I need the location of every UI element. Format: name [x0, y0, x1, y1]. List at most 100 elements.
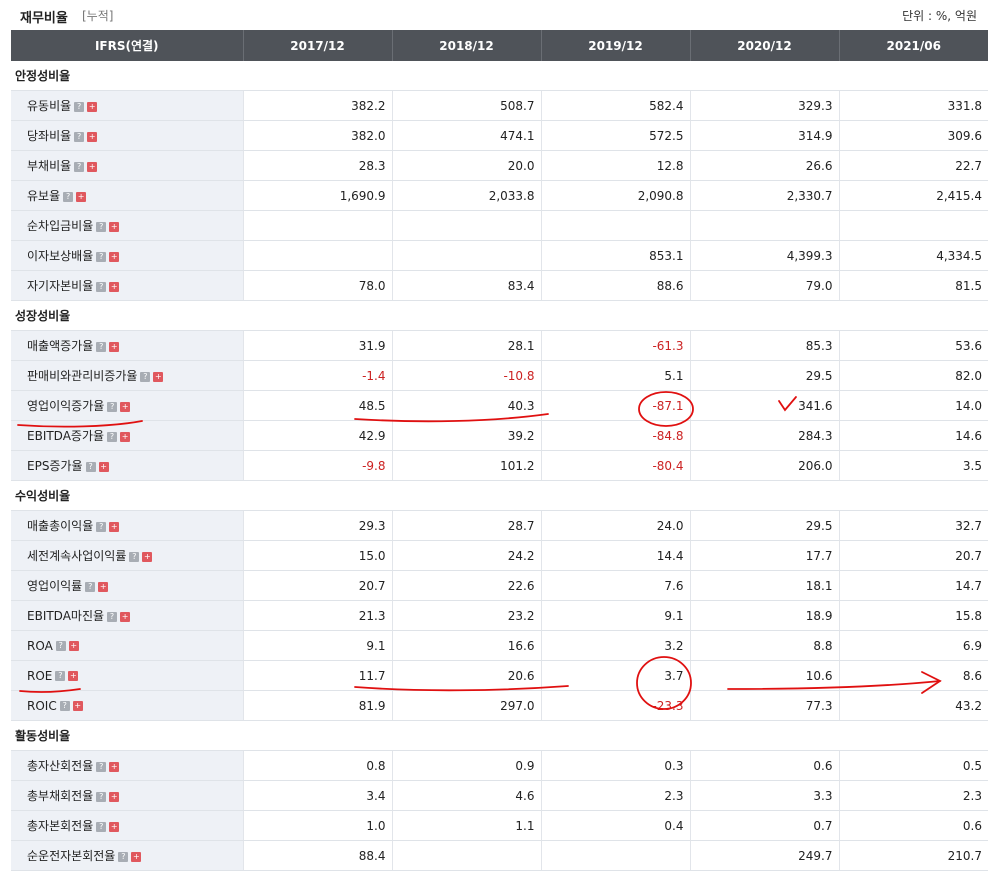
expand-plus-icon[interactable]: + — [98, 581, 109, 592]
help-icon[interactable]: ? — [74, 131, 85, 142]
help-icon[interactable]: ? — [55, 671, 66, 681]
expand-plus-icon[interactable]: + — [72, 701, 83, 711]
value-cell: 20.0 — [391, 150, 541, 181]
value-cell: 6.9 — [838, 630, 988, 661]
value-cell: 23.2 — [391, 600, 541, 631]
expand-plus-icon[interactable]: + — [68, 641, 79, 651]
value-cell — [540, 210, 690, 241]
expand-plus-icon[interactable]: + — [87, 131, 98, 142]
expand-plus-icon[interactable]: + — [87, 101, 98, 112]
expand-plus-icon[interactable]: + — [109, 791, 120, 802]
value-cell: 83.4 — [391, 270, 541, 301]
help-icon[interactable]: ? — [96, 251, 107, 262]
expand-plus-icon[interactable]: + — [120, 431, 131, 442]
value-cell: 7.6 — [540, 570, 690, 601]
expand-plus-icon[interactable]: + — [109, 341, 120, 352]
value-cell: 3.4 — [242, 780, 392, 811]
table-row: EPS증가율? + -9.8 101.2 -80.4 206.0 3.5 — [11, 450, 988, 481]
help-icon[interactable]: ? — [140, 371, 151, 382]
value-cell: -1.4 — [242, 360, 392, 391]
row-label-cell: 자기자본비율? + — [11, 270, 243, 301]
expand-plus-icon[interactable]: + — [109, 521, 120, 532]
expand-plus-icon[interactable]: + — [120, 401, 131, 412]
value-cell: 3.7 — [540, 660, 690, 691]
help-icon[interactable]: ? — [129, 551, 140, 562]
help-icon[interactable]: ? — [96, 281, 107, 292]
help-icon[interactable]: ? — [55, 641, 66, 651]
help-icon[interactable]: ? — [59, 701, 70, 711]
value-cell: 1,690.9 — [242, 180, 392, 211]
table-row: 당좌비율? +382.0 474.1 572.5 314.9 309.6 — [11, 120, 988, 151]
help-icon[interactable]: ? — [96, 521, 107, 532]
expand-plus-icon[interactable]: + — [68, 671, 79, 681]
expand-plus-icon[interactable]: + — [76, 191, 87, 202]
value-cell: 12.8 — [540, 150, 690, 181]
value-cell: 17.7 — [689, 540, 839, 571]
expand-plus-icon[interactable]: + — [98, 461, 109, 472]
value-cell: 40.3 — [391, 390, 541, 421]
value-cell: -61.3 — [540, 330, 690, 361]
unit-label: 단위 : %, 억원 — [902, 9, 977, 23]
expand-plus-icon[interactable]: + — [142, 551, 153, 562]
row-label-cell: 유보율? + — [11, 180, 243, 211]
financial-ratio-table: IFRS(연결) 2017/12 2018/12 2019/12 2020/12… — [11, 30, 988, 871]
row-label: 자기자본비율 — [27, 279, 94, 293]
section-title: 활동성비율 — [11, 720, 988, 751]
value-cell: 79.0 — [689, 270, 839, 301]
value-cell: 28.3 — [242, 150, 392, 181]
help-icon[interactable]: ? — [74, 101, 85, 112]
help-icon[interactable]: ? — [85, 581, 96, 592]
table-row: 이자보상배율? +853.1 4,399.3 4,334.5 — [11, 240, 988, 271]
help-icon[interactable]: ? — [85, 461, 96, 472]
expand-plus-icon[interactable]: + — [109, 761, 120, 772]
expand-plus-icon[interactable]: + — [109, 281, 120, 292]
value-cell: 28.1 — [391, 330, 541, 361]
help-icon[interactable]: ? — [96, 821, 107, 832]
expand-plus-icon[interactable]: + — [87, 161, 98, 172]
help-icon[interactable]: ? — [107, 611, 118, 622]
help-icon[interactable]: ? — [118, 851, 129, 862]
value-cell: 77.3 — [689, 690, 839, 721]
value-cell: 329.3 — [689, 90, 839, 121]
value-cell: 0.9 — [391, 750, 541, 781]
row-label-cell: 총부채회전율? + — [11, 780, 243, 811]
expand-plus-icon[interactable]: + — [109, 221, 120, 232]
help-icon[interactable]: ? — [107, 401, 118, 412]
value-cell: 0.6 — [689, 750, 839, 781]
help-icon[interactable]: ? — [107, 431, 118, 442]
expand-plus-icon[interactable]: + — [120, 611, 131, 622]
table-row: ROA? +9.1 16.6 3.2 8.8 6.9 — [11, 630, 988, 661]
expand-plus-icon[interactable]: + — [109, 251, 120, 262]
help-icon[interactable]: ? — [96, 761, 107, 772]
row-label-cell: 영업이익증가율? + — [11, 390, 243, 421]
table-row: 매출액증가율? +31.9 28.1 -61.3 85.3 53.6 — [11, 330, 988, 361]
row-label-cell: 이자보상배율? + — [11, 240, 243, 271]
row-label: 세전계속사업이익률 — [27, 549, 127, 563]
value-cell: 0.3 — [540, 750, 690, 781]
section-row: 안정성비율 — [11, 61, 988, 91]
expand-plus-icon[interactable]: + — [153, 371, 164, 382]
help-icon[interactable]: ? — [96, 791, 107, 802]
value-cell: 249.7 — [689, 840, 839, 871]
value-cell: 20.7 — [242, 570, 392, 601]
help-icon[interactable]: ? — [63, 191, 74, 202]
help-icon[interactable]: ? — [96, 341, 107, 352]
table-row: 세전계속사업이익률? +15.0 24.2 14.4 17.7 20.7 — [11, 540, 988, 571]
col-header: 2019/12 — [540, 30, 690, 61]
help-icon[interactable]: ? — [96, 221, 107, 232]
expand-plus-icon[interactable]: + — [131, 851, 142, 862]
help-icon[interactable]: ? — [74, 161, 85, 172]
value-cell — [242, 210, 392, 241]
table-row: ROE? +11.7 20.6 3.7 10.6 8.6 — [11, 660, 988, 691]
value-cell: 297.0 — [391, 690, 541, 721]
value-cell: 2,033.8 — [391, 180, 541, 211]
value-cell: 2.3 — [540, 780, 690, 811]
value-cell: 1.0 — [242, 810, 392, 841]
expand-plus-icon[interactable]: + — [109, 821, 120, 832]
value-cell: 4,399.3 — [689, 240, 839, 271]
value-cell: 2,090.8 — [540, 180, 690, 211]
value-cell: 341.6 — [689, 390, 839, 421]
row-label-cell: 당좌비율? + — [11, 120, 243, 151]
value-cell: 18.9 — [689, 600, 839, 631]
col-header: 2020/12 — [689, 30, 839, 61]
